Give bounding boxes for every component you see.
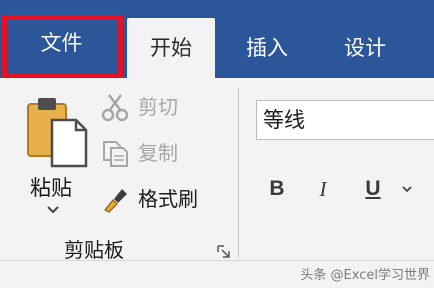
underline-button[interactable]: U [360,174,386,204]
chevron-down-icon[interactable] [401,184,413,194]
group-separator [238,88,239,258]
cut-button[interactable]: 剪切 [98,90,224,124]
format-painter-label: 格式刷 [138,187,198,211]
clipboard-icon [27,98,88,168]
tab-home[interactable]: 开始 [127,18,215,78]
ribbon-tab-bar: 文件 开始 插入 设计 [0,0,434,78]
file-tab-highlight-box [2,15,123,78]
format-painter-button[interactable]: 格式刷 [98,182,224,216]
paintbrush-icon [104,189,127,213]
italic-button[interactable]: I [310,174,336,204]
copy-icon [103,141,128,167]
font-name-combobox[interactable]: 等线 [256,100,434,140]
paste-button[interactable]: 粘贴 [20,92,90,214]
ribbon-home-panel: 粘贴 剪切 复制 格式刷 剪贴板 等线 B I U [0,78,434,262]
cut-label: 剪切 [138,95,178,119]
scissors-icon [101,94,129,122]
copy-label: 复制 [138,141,178,165]
dialog-launcher-icon[interactable] [216,244,232,260]
watermark-text: 头条 @Excel学习世界 [300,268,430,283]
paste-label: 粘贴 [30,176,72,200]
bold-button[interactable]: B [264,174,290,204]
clipboard-group-label: 剪贴板 [64,238,124,262]
tab-insert[interactable]: 插入 [232,18,302,78]
tab-design[interactable]: 设计 [330,18,400,78]
font-name-value: 等线 [263,108,305,132]
copy-button[interactable]: 复制 [98,136,224,170]
chevron-down-icon[interactable] [46,204,60,216]
